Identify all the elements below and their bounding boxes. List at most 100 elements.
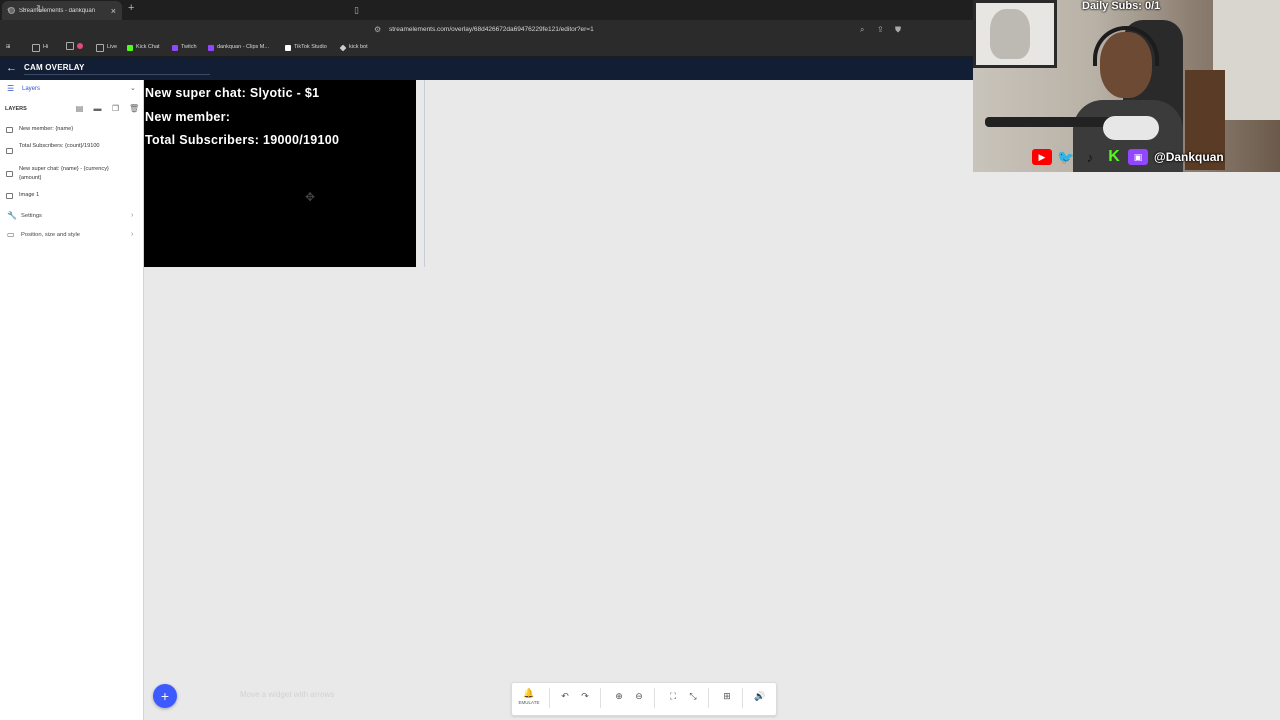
layer-item[interactable]: New member: {name}: [0, 125, 143, 135]
settings-label: Settings: [21, 213, 42, 219]
tiktok-icon: ♪: [1086, 149, 1094, 165]
text-layer-icon: [6, 148, 13, 154]
bookmark-label: Kick Chat: [136, 44, 160, 50]
redo-icon[interactable]: ↷: [578, 689, 592, 703]
layer-item[interactable]: Total Subscribers: {count}/19100: [0, 142, 143, 160]
folder-icon: [66, 42, 74, 50]
chevron-right-icon: ›: [131, 231, 134, 238]
mic-arm: [985, 117, 1115, 127]
bookmark-item[interactable]: Twitch: [172, 42, 197, 53]
url-text[interactable]: streamelements.com/overlay/68d426672da69…: [389, 23, 594, 37]
bookmark-label: Twitch: [181, 44, 197, 50]
back-arrow-icon[interactable]: ‹: [7, 3, 10, 17]
twitch-icon: [208, 44, 214, 51]
site-info-icon[interactable]: ⚙: [374, 23, 381, 37]
fit-screen-icon[interactable]: ⤡: [686, 689, 700, 703]
folder-icon[interactable]: ▬: [93, 104, 102, 113]
folder-icon: [32, 43, 40, 52]
widget-selection-edge[interactable]: [416, 80, 425, 267]
bookmark-label: kick bot: [349, 44, 368, 50]
undo-icon[interactable]: ↶: [558, 689, 572, 703]
sound-icon[interactable]: 🔊: [753, 689, 767, 703]
layers-toolbar: LAYERS ▤ ▬ ❐ 🗑: [0, 103, 143, 115]
diamond-icon: [339, 44, 347, 51]
layer-label: Image 1: [19, 192, 40, 198]
overlay-title[interactable]: CAM OVERLAY: [24, 63, 85, 72]
position-size-style-section[interactable]: ▭ Position, size and style ›: [0, 228, 143, 242]
text-layer-icon: [6, 171, 13, 177]
twitter-icon: 🐦: [1057, 148, 1075, 165]
trash-icon[interactable]: 🗑: [129, 104, 139, 113]
streamer-handle: @Dankquan: [1154, 150, 1224, 164]
overlay-widget[interactable]: [144, 80, 416, 267]
back-icon[interactable]: ←: [6, 60, 17, 76]
zoom-icon[interactable]: ⌕: [860, 23, 864, 37]
twitch-icon: ▣: [1128, 149, 1148, 165]
layer-item[interactable]: Image 1: [0, 191, 143, 201]
settings-section[interactable]: 🔧 Settings ›: [0, 209, 143, 223]
layers-panel-header[interactable]: ☰ Layers ⌄: [0, 83, 143, 95]
emulate-button[interactable]: EMULATE: [515, 700, 543, 705]
total-subscribers-text[interactable]: Total Subscribers: 19000/19100: [145, 133, 339, 147]
layout-icon: ▭: [7, 230, 15, 239]
title-underline: [24, 74, 210, 75]
bookmark-item[interactable]: Hi: [32, 42, 48, 53]
bookmark-label: TikTok Studio: [294, 44, 327, 50]
bookmark-item[interactable]: Live: [96, 42, 117, 53]
social-handles: ▶ 🐦 ♪ K ▣ @Dankquan: [1032, 147, 1224, 167]
layer-label: Total Subscribers: {count}/19100: [19, 143, 100, 149]
shield-icon[interactable]: ⛊: [895, 23, 901, 37]
reload-icon[interactable]: ↻: [36, 3, 44, 17]
position-size-style-label: Position, size and style: [21, 232, 80, 238]
image-layer-icon: [6, 193, 13, 199]
layers-panel-label: Layers: [22, 86, 41, 92]
zoom-in-icon[interactable]: ⊕: [612, 689, 626, 703]
youtube-icon: ▶: [1032, 149, 1052, 165]
kick-icon: [127, 44, 133, 51]
tiktok-icon: [285, 44, 291, 51]
browser-tab[interactable]: StreamElements - dankquan ×: [2, 1, 122, 20]
layer-item[interactable]: New super chat: {name} - {currency}{amou…: [0, 165, 143, 183]
new-tab-icon[interactable]: +: [128, 2, 134, 14]
divider: [549, 688, 550, 708]
divider: [600, 688, 601, 708]
bookmark-item[interactable]: TikTok Studio: [285, 42, 327, 53]
close-tab-icon[interactable]: ×: [111, 6, 116, 16]
daily-subs-counter: Daily Subs: 0/1: [1082, 0, 1161, 12]
grid-icon[interactable]: ⊞: [720, 689, 734, 703]
bookmark-icon[interactable]: ▯: [354, 3, 359, 17]
add-widget-button[interactable]: +: [153, 684, 177, 708]
bookmark-item[interactable]: Kick Chat: [127, 42, 160, 53]
chevron-right-icon: ›: [131, 212, 134, 219]
kick-icon: K: [1108, 148, 1120, 165]
zoom-out-icon[interactable]: ⊖: [632, 689, 646, 703]
text-layer-icon: [6, 127, 13, 133]
duplicate-icon[interactable]: ❐: [111, 104, 120, 113]
bookmark-label: dankquan - Clips M...: [217, 44, 269, 50]
divider: [654, 688, 655, 708]
divider: [742, 688, 743, 708]
folder-icon: [96, 43, 104, 52]
super-chat-text[interactable]: New super chat: Slyotic - $1: [145, 86, 319, 100]
bookmark-label: Hi: [43, 44, 49, 50]
forward-arrow-icon[interactable]: ›: [22, 3, 25, 17]
microphone: [1103, 116, 1159, 140]
bookmark-item[interactable]: kick bot: [339, 42, 368, 53]
layers-section-label: LAYERS: [5, 106, 27, 112]
apps-grid-icon[interactable]: ⊞: [6, 42, 11, 53]
new-member-text[interactable]: New member:: [145, 110, 230, 124]
wrench-icon: 🔧: [7, 211, 17, 220]
group-layers-icon[interactable]: ▤: [75, 104, 84, 113]
layers-icon: ☰: [7, 84, 15, 93]
bookmark-favicon-icon: [77, 43, 83, 49]
layer-label: New member: {name}: [19, 126, 74, 132]
bell-icon[interactable]: 🔔: [522, 686, 536, 700]
fullscreen-icon[interactable]: ⛶: [666, 689, 680, 703]
twitch-icon: [172, 44, 178, 51]
browser-tab-title: StreamElements - dankquan: [19, 7, 96, 14]
chevron-down-icon[interactable]: ⌄: [130, 83, 136, 95]
bookmark-item[interactable]: dankquan - Clips M...: [208, 42, 269, 53]
bookmark-item[interactable]: [66, 42, 86, 50]
move-cursor-icon: ✥: [305, 190, 316, 204]
share-icon[interactable]: ⇪: [877, 23, 884, 37]
